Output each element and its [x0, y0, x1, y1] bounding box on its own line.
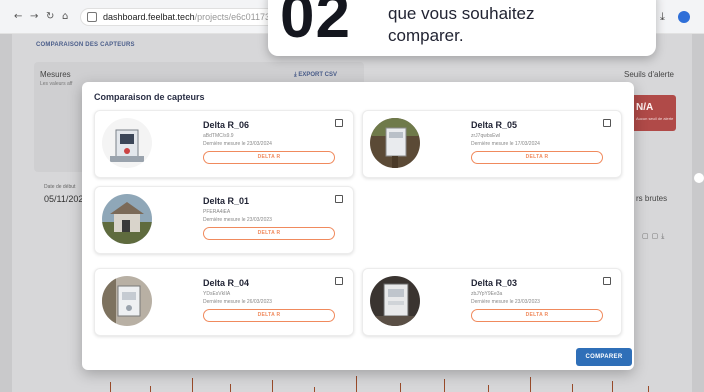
export-csv-label: EXPORT CSV — [298, 72, 338, 78]
sensor-checkbox[interactable] — [335, 195, 343, 203]
sensor-name: Delta R_01 — [203, 196, 250, 206]
download-icon[interactable]: ⤓ — [660, 10, 665, 24]
modal-title: Comparaison de capteurs — [94, 92, 205, 102]
sensor-last-measure: Dernière mesure le 17/03/2024 — [471, 141, 540, 147]
sensor-checkbox[interactable] — [335, 119, 343, 127]
sensor-thumbnail — [102, 118, 152, 168]
chart-baseline — [100, 368, 660, 392]
sensor-name: Delta R_03 — [471, 278, 518, 288]
alert-sub: Aucun seuil de alerte — [636, 116, 674, 121]
breadcrumb[interactable]: COMPARAISON DES CAPTEURS — [36, 42, 135, 48]
step-number: 02 — [280, 0, 351, 51]
sensor-card[interactable]: Delta R_03 zbJYpY9Ee3a Dernière mesure l… — [362, 268, 622, 336]
back-icon[interactable]: ← — [14, 11, 22, 23]
sensor-type-button[interactable]: DELTA R — [203, 151, 335, 164]
sensor-thumbnail — [370, 118, 420, 168]
profile-avatar[interactable] — [678, 11, 690, 23]
sensor-card[interactable]: Delta R_01 PFERA4iEA Dernière mesure le … — [94, 186, 354, 254]
sensor-last-measure: Dernière mesure le 26/03/2023 — [203, 299, 272, 305]
measures-label: Mesures — [40, 70, 71, 79]
sensor-thumbnail — [370, 276, 420, 326]
sensor-type-button[interactable]: DELTA R — [471, 151, 603, 164]
sensor-card[interactable]: Delta R_05 zrJ7qwbsEwl Dernière mesure l… — [362, 110, 622, 178]
alert-status-box — [628, 95, 676, 131]
sensor-id: zrJ7qwbsEwl — [471, 133, 501, 139]
sensor-id: YDsEsVkIIA — [203, 291, 231, 297]
forward-icon[interactable]: → — [30, 11, 38, 23]
sensor-last-measure: Dernière mesure le 23/03/2024 — [203, 141, 272, 147]
sensor-thumbnail — [102, 276, 152, 326]
home-icon[interactable]: ⌂ — [62, 11, 68, 23]
tutorial-step-card: 02 que vous souhaitez comparer. — [268, 0, 656, 56]
alerts-label: Seuils d'alerte — [624, 70, 674, 79]
sensor-type-button[interactable]: DELTA R — [203, 309, 335, 322]
sensor-id: aBdTMC/s9.9 — [203, 133, 234, 139]
sensor-thumbnail — [102, 194, 152, 244]
raw-values-label: rs brutes — [636, 194, 668, 203]
sensor-card[interactable]: Delta R_06 aBdTMC/s9.9 Dernière mesure l… — [94, 110, 354, 178]
sensor-last-measure: Dernière mesure le 23/03/2023 — [471, 299, 540, 305]
site-info-icon[interactable] — [87, 12, 97, 22]
scroll-handle[interactable] — [694, 173, 704, 183]
sensor-type-button[interactable]: DELTA R — [471, 309, 603, 322]
export-csv-button[interactable]: ⤓ EXPORT CSV — [294, 72, 337, 79]
alert-value: N/A — [636, 102, 654, 113]
sensor-type-button[interactable]: DELTA R — [203, 227, 335, 240]
sensor-id: PFERA4iEA — [203, 209, 231, 215]
chart-tool-icons[interactable]: ▢▢⤓ — [642, 232, 667, 241]
sensor-checkbox[interactable] — [603, 119, 611, 127]
step-text-line-1: que vous souhaitez — [388, 4, 535, 23]
measures-sub: Les valeurs aff — [40, 81, 73, 87]
compare-sensors-modal: Comparaison de capteurs Delta R_06 aBdTM… — [82, 82, 634, 370]
sensor-name: Delta R_05 — [471, 120, 518, 130]
compare-button[interactable]: COMPARER — [576, 348, 632, 366]
sensor-checkbox[interactable] — [335, 277, 343, 285]
sensor-name: Delta R_06 — [203, 120, 250, 130]
sensor-id: zbJYpY9Ee3a — [471, 291, 503, 297]
sensor-last-measure: Dernière mesure le 23/03/2023 — [203, 217, 272, 223]
sensor-checkbox[interactable] — [603, 277, 611, 285]
reload-icon[interactable]: ↻ — [46, 11, 54, 23]
date-label: Date de début — [44, 184, 76, 190]
sensor-name: Delta R_04 — [203, 278, 250, 288]
step-text-line-2: comparer. — [388, 26, 464, 45]
sensor-card[interactable]: Delta R_04 YDsEsVkIIA Dernière mesure le… — [94, 268, 354, 336]
